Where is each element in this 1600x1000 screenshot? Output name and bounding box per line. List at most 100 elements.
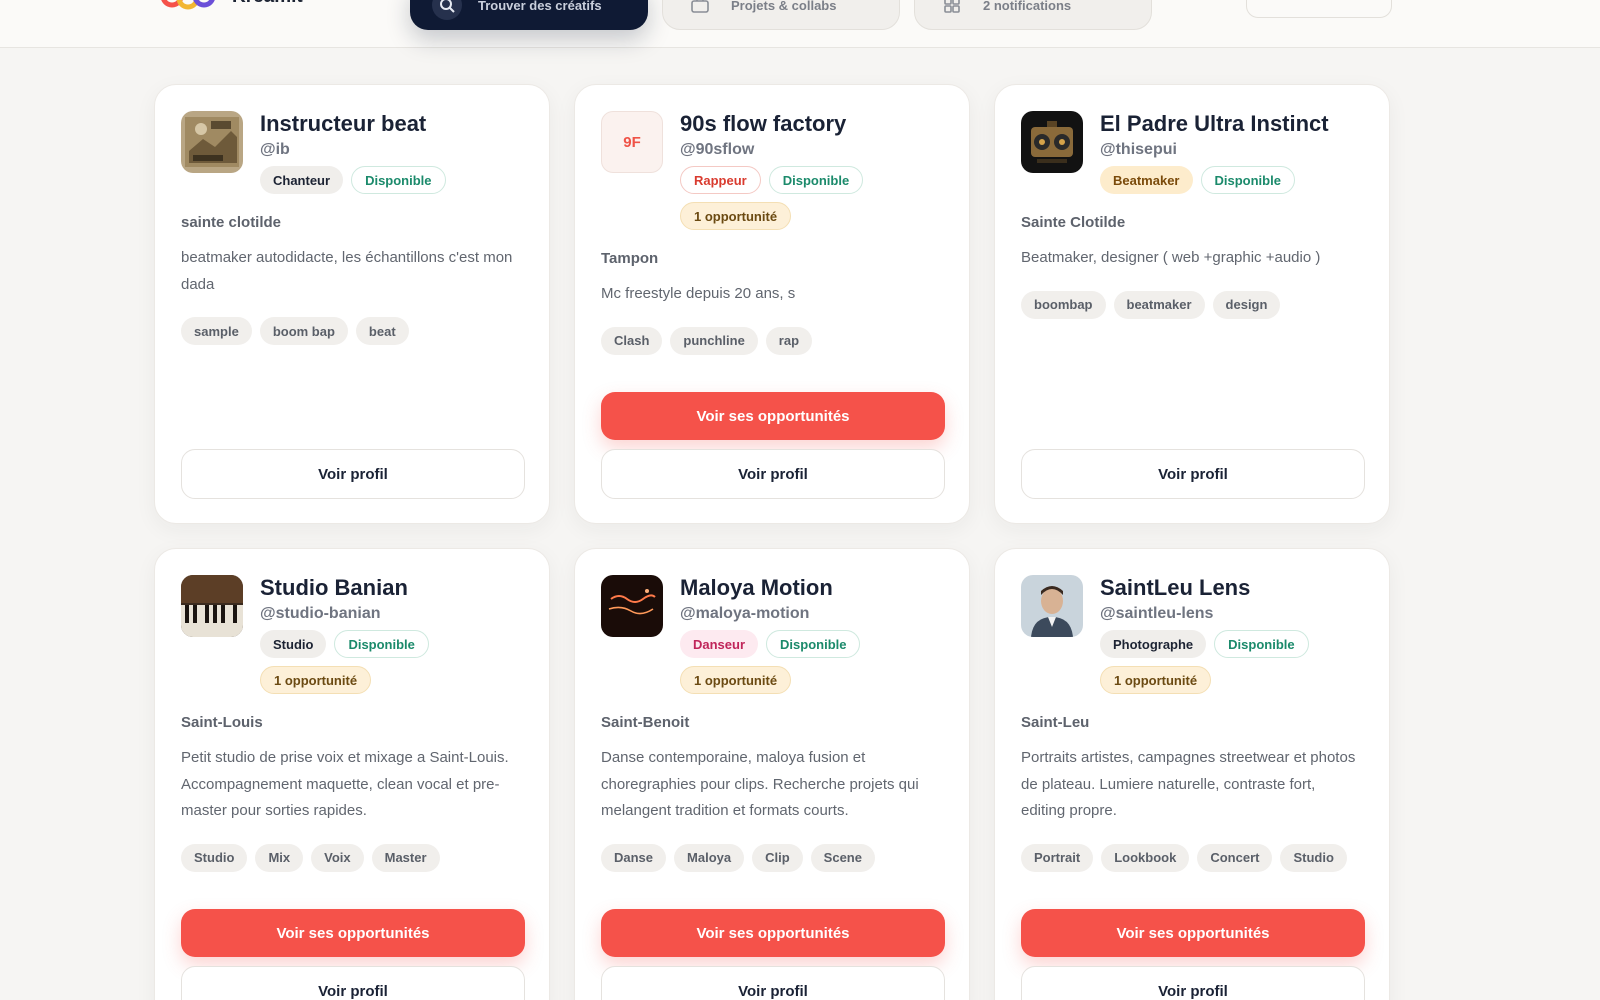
creative-handle: @thisepui	[1100, 141, 1177, 158]
bio-text: Mc freestyle depuis 20 ans, s	[601, 285, 796, 302]
availability-badge: Disponible	[768, 166, 864, 194]
availability-badge: Disponible	[766, 630, 861, 658]
tag-chip[interactable]: boom bap	[259, 317, 348, 345]
tag-chip[interactable]: Clip	[752, 843, 803, 872]
creative-card: Instructeur beat @ib Chanteur Disponible…	[154, 84, 550, 524]
tag-chip[interactable]: Voix	[311, 843, 364, 872]
tag-chip[interactable]: Master	[371, 843, 440, 872]
tag-chip[interactable]: Danse	[601, 843, 667, 872]
brand-logo-icon[interactable]	[160, 0, 216, 16]
avatar[interactable]	[181, 111, 243, 173]
view-opportunities-button[interactable]: Voir ses opportunités	[181, 909, 525, 957]
nav-notifications[interactable]: 2 notifications	[914, 0, 1152, 30]
tag-chip[interactable]: Concert	[1197, 843, 1273, 872]
creative-name[interactable]: Instructeur beat	[260, 109, 560, 139]
avatar[interactable]	[1021, 111, 1083, 173]
tag-chip[interactable]: punchline	[670, 326, 758, 355]
avatar[interactable]	[181, 575, 243, 637]
nav-projects-label: Projets & collabs	[731, 0, 837, 13]
bio-text: Portraits artistes, campagnes streetwear…	[1021, 749, 1356, 819]
tag-chip[interactable]: boombap	[1021, 290, 1106, 319]
availability-badge: Disponible	[334, 630, 429, 658]
creative-card: El Padre Ultra Instinct @thisepui Beatma…	[994, 84, 1390, 524]
piano-photo	[181, 575, 243, 637]
opportunity-badge: 1 opportunité	[260, 666, 372, 694]
nav-notifications-label: 2 notifications	[983, 0, 1072, 13]
creative-card: Studio Banian @studio-banian Studio Disp…	[154, 548, 550, 1000]
view-profile-button[interactable]: Voir profil	[1021, 966, 1365, 1000]
nav-find-creatives[interactable]: Trouver des créatifs	[410, 0, 648, 30]
view-opportunities-button[interactable]: Voir ses opportunités	[601, 392, 945, 440]
view-profile-button[interactable]: Voir profil	[601, 449, 945, 499]
creative-card: 9F 90s flow factory @90sflow Rappeur Dis…	[574, 84, 970, 524]
role-badge: Danseur	[680, 630, 759, 658]
creative-name[interactable]: 90s flow factory	[680, 109, 920, 139]
tag-chip[interactable]: Scene	[810, 843, 875, 872]
tag-chip[interactable]: sample	[181, 317, 252, 345]
avatar[interactable]: 9F	[601, 111, 663, 173]
role-badge: Beatmaker	[1100, 166, 1193, 194]
portrait-photo	[1021, 575, 1083, 637]
tag-chip[interactable]: design	[1212, 290, 1281, 319]
opportunity-badge: 1 opportunité	[680, 202, 792, 230]
top-navigation-bar: Kreamit Trouver des créatifs Projets & c…	[0, 0, 1600, 48]
creative-handle: @ib	[260, 141, 290, 158]
creative-handle: @90sflow	[680, 141, 755, 158]
role-badge: Studio	[260, 630, 327, 658]
tag-chip[interactable]: Studio	[1280, 843, 1347, 872]
tag-chip[interactable]: Lookbook	[1101, 843, 1190, 872]
availability-badge: Disponible	[351, 166, 446, 194]
location-text: Saint-Benoit	[601, 714, 690, 731]
tag-chip[interactable]: Clash	[601, 326, 663, 355]
creative-card: Maloya Motion @maloya-motion Danseur Dis…	[574, 548, 970, 1000]
creative-name[interactable]: Maloya Motion	[680, 573, 920, 603]
bio-text: Beatmaker, designer ( web +graphic +audi…	[1021, 249, 1321, 266]
tag-chip[interactable]: Portrait	[1021, 843, 1094, 872]
view-opportunities-button[interactable]: Voir ses opportunités	[1021, 909, 1365, 957]
tag-chip[interactable]: rap	[765, 326, 813, 355]
creative-name[interactable]: SaintLeu Lens	[1100, 573, 1340, 603]
tag-chip[interactable]: beatmaker	[1113, 290, 1205, 319]
tag-chip[interactable]: Studio	[181, 843, 248, 872]
creative-name[interactable]: Studio Banian	[260, 573, 500, 603]
location-text: Saint-Leu	[1021, 714, 1090, 731]
location-text: Saint-Louis	[181, 714, 263, 731]
creative-name[interactable]: El Padre Ultra Instinct	[1100, 109, 1400, 139]
availability-badge: Disponible	[1214, 630, 1309, 658]
role-badge: Chanteur	[260, 166, 344, 194]
avatar[interactable]	[1021, 575, 1083, 637]
creative-handle: @saintleu-lens	[1100, 605, 1214, 622]
opportunity-badge: 1 opportunité	[1100, 666, 1212, 694]
bio-text: beatmaker autodidacte, les échantillons …	[181, 249, 513, 293]
view-profile-button[interactable]: Voir profil	[1021, 449, 1365, 499]
view-profile-button[interactable]: Voir profil	[601, 966, 945, 1000]
nav-projects[interactable]: Projets & collabs	[662, 0, 900, 30]
search-icon	[432, 0, 462, 20]
creative-handle: @studio-banian	[260, 605, 381, 622]
creative-card: SaintLeu Lens @saintleu-lens Photographe…	[994, 548, 1390, 1000]
opportunity-badge: 1 opportunité	[680, 666, 792, 694]
avatar[interactable]	[601, 575, 663, 637]
tag-chip[interactable]: Mix	[255, 843, 304, 872]
neon-sign-photo	[601, 575, 663, 637]
vintage-map-image	[181, 111, 243, 173]
creative-handle: @maloya-motion	[680, 605, 810, 622]
brand-name[interactable]: Kreamit	[232, 0, 303, 8]
location-text: Sainte Clotilde	[1021, 214, 1126, 231]
location-text: Tampon	[601, 250, 659, 267]
bio-text: Petit studio de prise voix et mixage a S…	[181, 749, 509, 819]
role-badge: Rappeur	[680, 166, 761, 194]
view-profile-button[interactable]: Voir profil	[181, 966, 525, 1000]
tag-chip[interactable]: beat	[355, 317, 409, 345]
view-opportunities-button[interactable]: Voir ses opportunités	[601, 909, 945, 957]
boombox-illustration	[1021, 111, 1083, 173]
grid-icon	[937, 0, 967, 20]
location-text: sainte clotilde	[181, 214, 282, 231]
view-profile-button[interactable]: Voir profil	[181, 449, 525, 499]
account-button[interactable]	[1246, 0, 1392, 18]
availability-badge: Disponible	[1200, 166, 1295, 194]
tag-chip[interactable]: Maloya	[674, 843, 745, 872]
briefcase-icon	[685, 0, 715, 20]
bio-text: Danse contemporaine, maloya fusion et ch…	[601, 749, 919, 819]
role-badge: Photographe	[1100, 630, 1207, 658]
